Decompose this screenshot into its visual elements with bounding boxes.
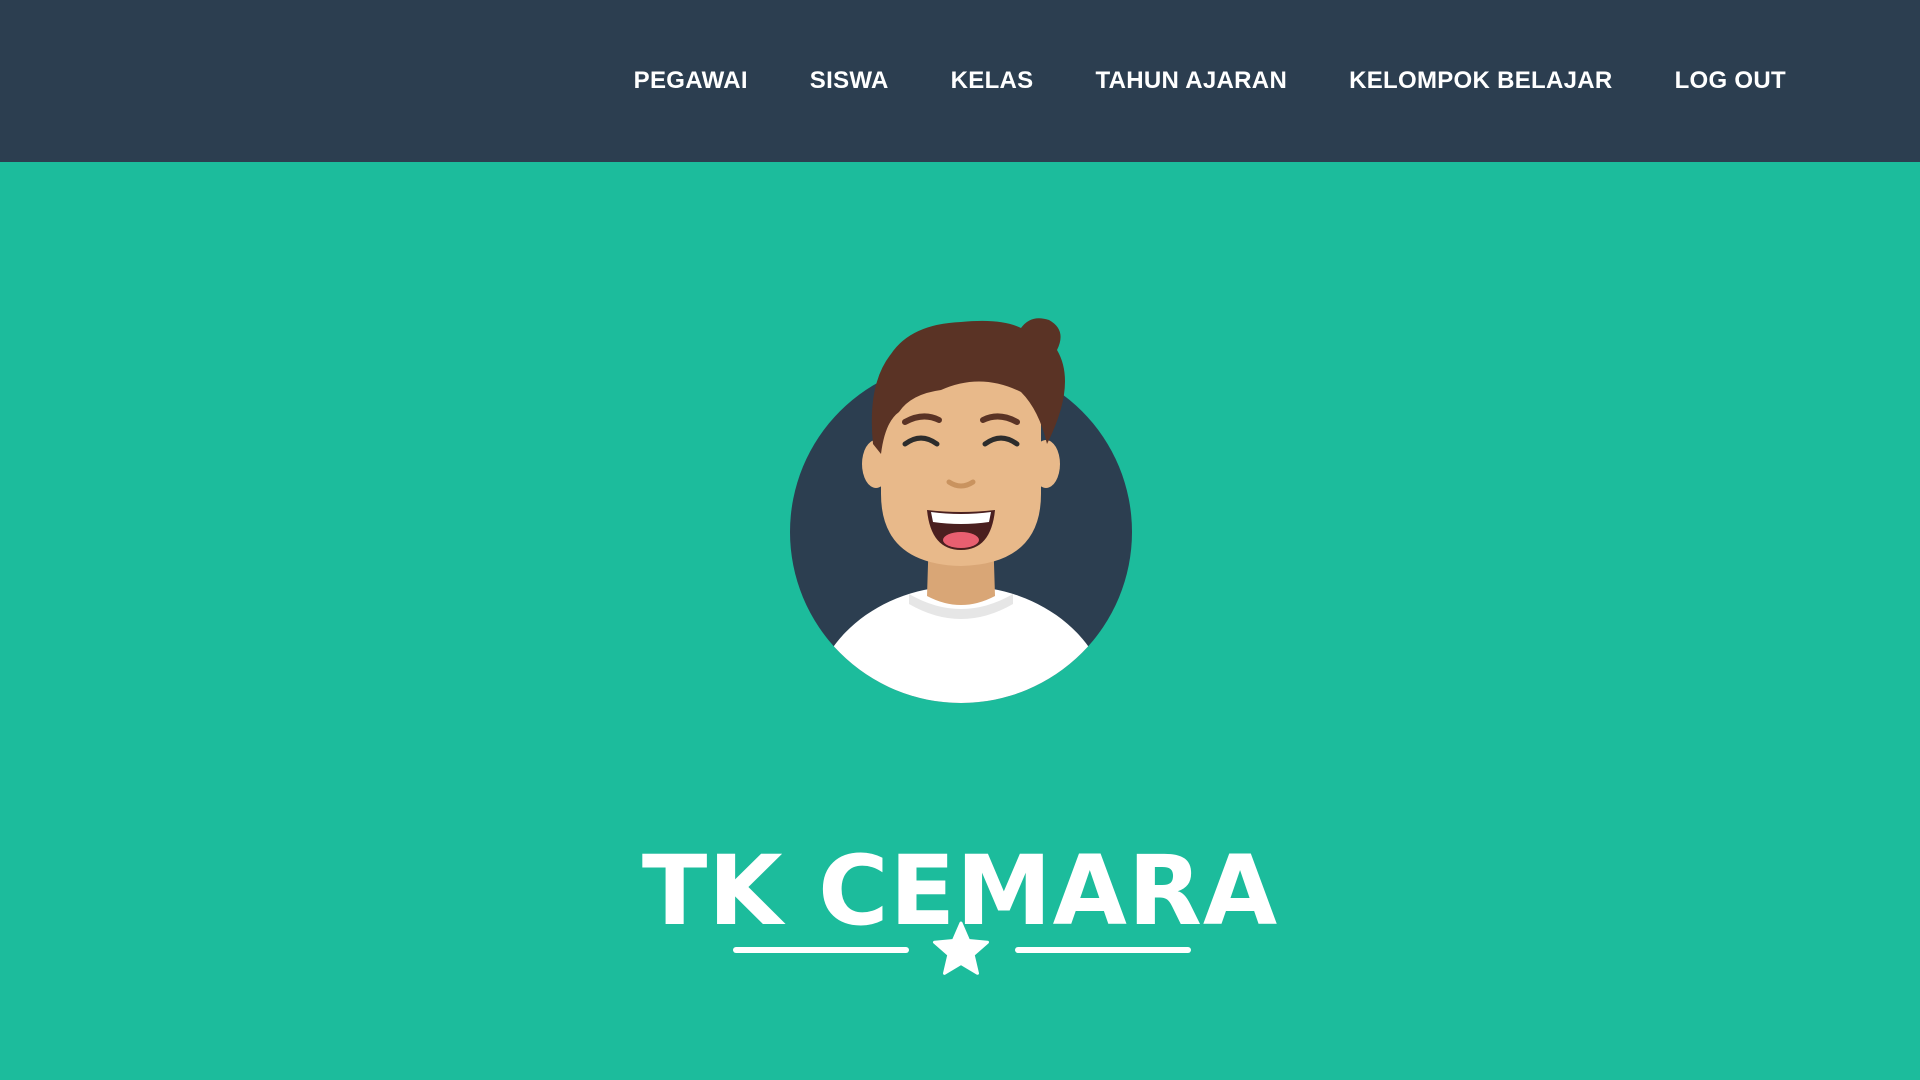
avatar-icon xyxy=(790,318,1132,703)
hero-section: TK CEMARA xyxy=(0,162,1920,1080)
star-icon xyxy=(933,921,989,975)
page: PEGAWAI SISWA KELAS TAHUN AJARAN KELOMPO… xyxy=(0,0,1920,1080)
divider-line-left xyxy=(733,947,909,953)
nav-menu: PEGAWAI SISWA KELAS TAHUN AJARAN KELOMPO… xyxy=(634,0,1786,162)
nav-item-log-out[interactable]: LOG OUT xyxy=(1675,67,1786,95)
nav-item-pegawai[interactable]: PEGAWAI xyxy=(634,67,748,95)
nav-item-siswa[interactable]: SISWA xyxy=(810,67,889,95)
nav-item-tahun-ajaran[interactable]: TAHUN AJARAN xyxy=(1095,67,1287,95)
navbar: PEGAWAI SISWA KELAS TAHUN AJARAN KELOMPO… xyxy=(0,0,1920,162)
nav-item-kelas[interactable]: KELAS xyxy=(951,67,1034,95)
nav-item-kelompok-belajar[interactable]: KELOMPOK BELAJAR xyxy=(1349,67,1612,95)
star-divider xyxy=(730,914,1192,984)
divider-line-right xyxy=(1015,947,1191,953)
